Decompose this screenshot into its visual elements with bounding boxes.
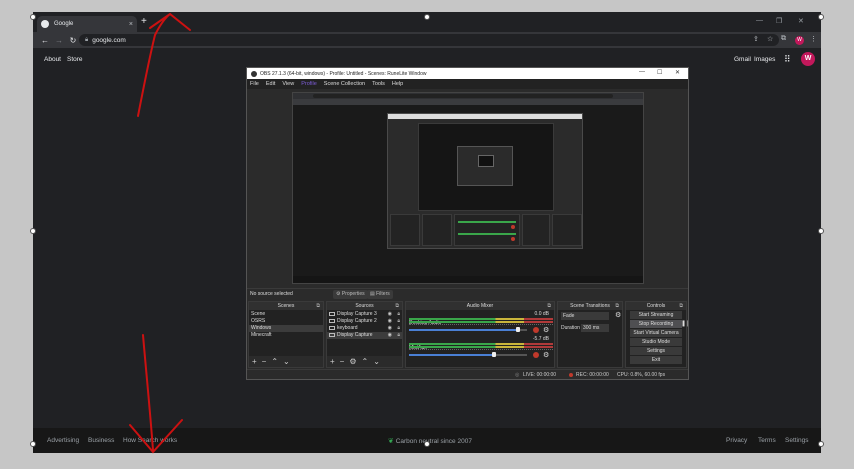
annotation-arrow-bottom (129, 334, 183, 454)
annotation-layer (129, 12, 191, 454)
screenshot-canvas: { "browser": { "tab_title": "Google", "n… (0, 0, 854, 469)
annotation-arrow-top (137, 12, 191, 117)
